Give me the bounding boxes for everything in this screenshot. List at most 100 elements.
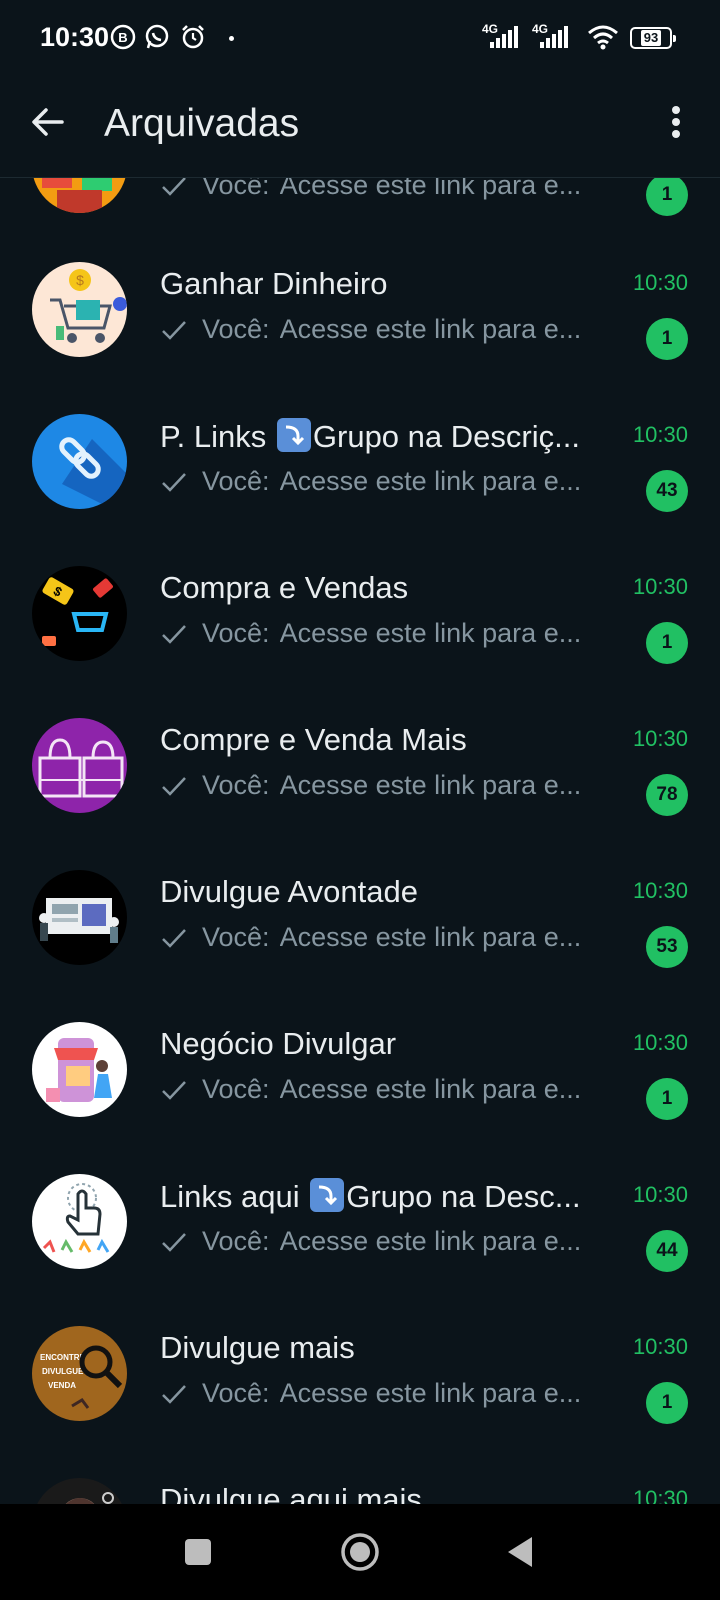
chat-row[interactable]: Divulgue Avontade 10:30 Você: Acesse este… — [0, 838, 720, 990]
chat-time: 10:30 — [632, 422, 688, 447]
arrow-down-emoji-icon — [310, 1178, 345, 1212]
chat-avatar[interactable] — [32, 870, 127, 965]
chat-name: Compra e Vendas — [160, 570, 409, 605]
chat-time: 10:30 — [632, 726, 688, 751]
chat-row[interactable]: P. Links Grupo na Descriç... 10:30 Você:… — [0, 382, 720, 534]
page-title: Arquivadas — [104, 102, 300, 145]
signal-2-icon — [540, 26, 568, 48]
chat-avatar[interactable] — [32, 1022, 127, 1117]
chat-name: Divulgue aqui mais — [160, 1482, 422, 1504]
wifi-icon — [588, 25, 618, 50]
chat-preview: Você: Acesse este link para e... — [160, 922, 610, 953]
chat-name: Links aqui Grupo na Desc... — [160, 1178, 581, 1214]
whatsapp-icon — [145, 24, 169, 49]
signal-1-icon — [490, 26, 518, 48]
chat-row[interactable]: $ Compra e Vendas 10:30 Você: Acesse este… — [0, 534, 720, 686]
chat-row[interactable]: Divulgue aqui mais 10:30 — [0, 1446, 720, 1504]
chat-avatar[interactable] — [32, 414, 127, 509]
arrow-down-emoji-icon — [276, 418, 311, 452]
magnifier-icon: ENCONTRE DIVULGUE VENDA — [32, 1326, 127, 1421]
svg-text:$: $ — [76, 272, 84, 288]
app-bar: Arquivadas — [0, 76, 720, 178]
chat-preview: Você: Acesse este link para e... — [160, 314, 610, 345]
chat-time: 10:30 — [632, 878, 688, 903]
sent-check-icon — [162, 472, 186, 492]
unread-count-badge: 1 — [646, 1078, 688, 1120]
chat-preview: Você: Acesse este link para e... — [160, 1074, 610, 1105]
chat-time: 10:30 — [632, 1182, 688, 1207]
chat-name: Ganhar Dinheiro — [160, 266, 388, 301]
sent-check-icon — [162, 928, 186, 948]
chat-avatar[interactable] — [32, 1478, 127, 1504]
sent-check-icon — [162, 320, 186, 340]
chat-avatar[interactable] — [32, 1174, 127, 1269]
chat-preview: Você: Acesse este link para e... — [160, 770, 610, 801]
chat-row[interactable]: ENCONTRE DIVULGUE VENDA Divulgue mais 10… — [0, 1294, 720, 1446]
chat-row[interactable]: Negócio Divulgar 10:30 Você: Acesse este … — [0, 990, 720, 1142]
chat-name: Compre e Venda Mais — [160, 722, 467, 757]
sent-check-icon — [162, 1232, 186, 1252]
chat-avatar[interactable]: $ — [32, 566, 127, 661]
home-icon[interactable] — [340, 1532, 380, 1572]
person-icon — [32, 1478, 127, 1504]
status-bar: 10:30 B 4G 4G 93 — [0, 0, 720, 76]
shopping-bags-icon — [32, 718, 127, 813]
unread-count-badge: 1 — [646, 622, 688, 664]
chain-link-icon — [32, 414, 127, 509]
avatar-text-venda: VENDA — [48, 1381, 76, 1390]
unread-count-badge: 78 — [646, 774, 688, 816]
chat-avatar[interactable]: $ — [32, 262, 127, 357]
unread-count-badge: 43 — [646, 470, 688, 512]
more-notifications-dot — [229, 36, 234, 41]
alarm-icon — [182, 25, 204, 49]
online-store-icon — [32, 1022, 127, 1117]
sent-check-icon — [162, 776, 186, 796]
chat-preview: Você: Acesse este link para e... — [160, 178, 610, 201]
chat-row[interactable]: Compre e Venda Mais 10:30 Você: Acesse es… — [0, 686, 720, 838]
back-arrow-icon[interactable] — [28, 102, 68, 142]
chat-preview: Você: Acesse este link para e... — [160, 1226, 610, 1257]
chat-time: 10:30 — [632, 574, 688, 599]
unread-count-badge: 53 — [646, 926, 688, 968]
price-tags-icon: $ — [32, 566, 127, 661]
presentation-icon — [32, 870, 127, 965]
recent-apps-icon[interactable] — [178, 1532, 218, 1572]
chat-time: 10:30 — [632, 1334, 688, 1359]
chat-avatar[interactable] — [32, 718, 127, 813]
chat-row[interactable]: Você: Acesse este link para e... 1 — [0, 178, 720, 238]
chat-avatar[interactable] — [32, 178, 127, 213]
chat-preview: Você: Acesse este link para e... — [160, 618, 610, 649]
chat-avatar[interactable]: ENCONTRE DIVULGUE VENDA — [32, 1326, 127, 1421]
shopping-cart-icon: $ — [32, 262, 127, 357]
unread-count-badge: 1 — [646, 318, 688, 360]
svg-text:B: B — [118, 30, 127, 45]
system-navigation-bar — [0, 1504, 720, 1600]
chat-row[interactable]: $ Ganhar Dinheiro 10:30 Você: Acesse este… — [0, 230, 720, 382]
chat-preview: Você: Acesse este link para e... — [160, 466, 610, 497]
chat-name: Divulgue Avontade — [160, 874, 418, 909]
unread-count-badge: 1 — [646, 178, 688, 216]
battery-level: 93 — [640, 30, 662, 46]
b-notification-icon: B — [110, 24, 136, 50]
more-options-icon[interactable] — [656, 100, 696, 144]
chat-time: 10:30 — [632, 1030, 688, 1055]
archived-chat-list: Você: Acesse este link para e... 1 $ Ganh… — [0, 178, 720, 1504]
chat-name: P. Links Grupo na Descriç... — [160, 418, 580, 454]
chat-name: Divulgue mais — [160, 1330, 355, 1365]
sent-check-icon — [162, 1384, 186, 1404]
unread-count-badge: 1 — [646, 1382, 688, 1424]
group-avatar-image — [32, 178, 127, 213]
sent-check-icon — [162, 1080, 186, 1100]
avatar-text-divulgue: DIVULGUE — [42, 1367, 84, 1376]
chat-preview: Você: Acesse este link para e... — [160, 1378, 610, 1409]
chat-name: Negócio Divulgar — [160, 1026, 397, 1061]
sent-check-icon — [162, 178, 186, 196]
chat-time: 10:30 — [632, 1486, 688, 1504]
avatar-text-encontre: ENCONTRE — [40, 1353, 86, 1362]
chat-row[interactable]: Links aqui Grupo na Desc... 10:30 Você: A… — [0, 1142, 720, 1294]
pointing-hand-icon — [32, 1174, 127, 1269]
back-nav-icon[interactable] — [502, 1532, 542, 1572]
sent-check-icon — [162, 624, 186, 644]
status-time: 10:30 — [40, 22, 110, 52]
chat-time: 10:30 — [632, 270, 688, 295]
